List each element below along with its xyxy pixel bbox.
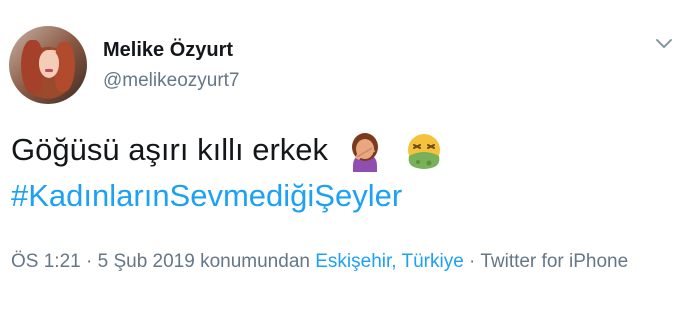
location-link[interactable]: Eskişehir, Türkiye (315, 251, 464, 272)
author-handle[interactable]: @melikeozyurt7 (103, 70, 240, 92)
meta-separator: · (80, 251, 98, 272)
tweet-client[interactable]: Twitter for iPhone (480, 251, 628, 272)
tweet-text: Göğüsü aşırı kıllı erkek (11, 130, 447, 172)
tweet-meta: ÖS 1:21 · 5 Şub 2019 konumundan Eskişehi… (11, 246, 671, 278)
tweet-body: Göğüsü aşırı kıllı erkek (11, 132, 329, 167)
tweet-time[interactable]: ÖS 1:21 (11, 251, 81, 272)
location-prefix: konumundan (194, 251, 316, 272)
woman-facepalming-icon (351, 132, 378, 172)
chevron-down-icon[interactable] (654, 34, 674, 54)
avatar[interactable] (9, 26, 87, 104)
meta-separator: · (463, 251, 481, 272)
hashtag-link[interactable]: #KadınlarınSevmediğiŞeyler (11, 176, 402, 216)
author-name[interactable]: Melike Özyurt (103, 39, 233, 62)
tweet-date[interactable]: 5 Şub 2019 (98, 251, 195, 272)
nauseated-face-icon (408, 133, 441, 169)
